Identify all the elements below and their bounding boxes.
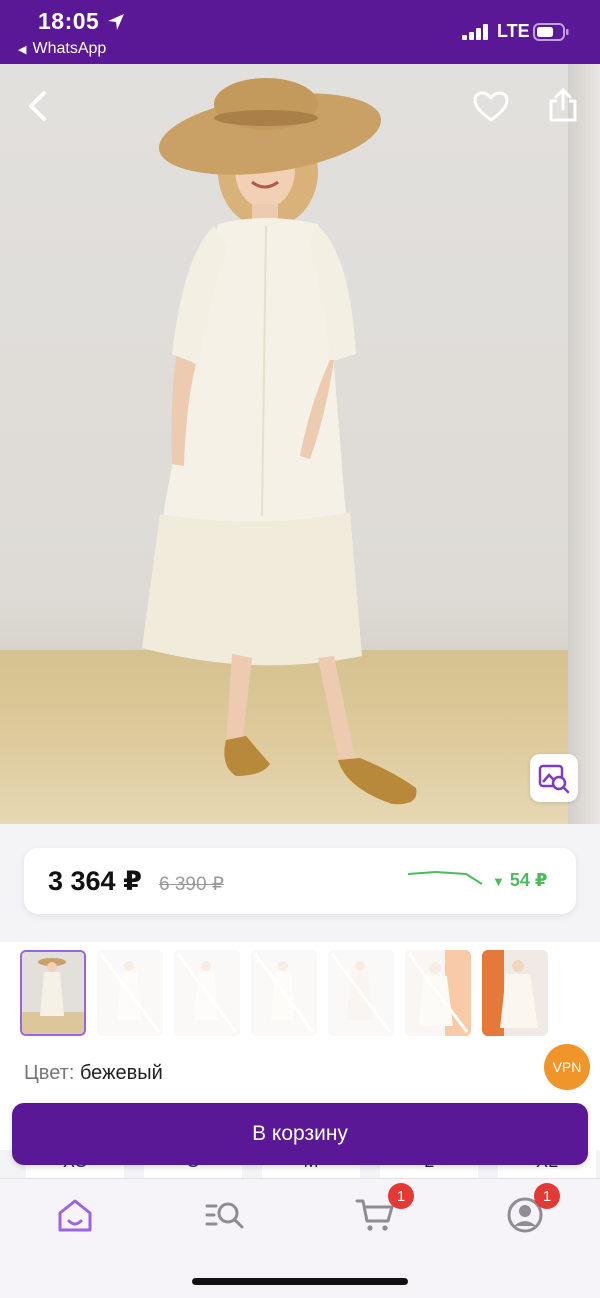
status-time: 18:05 bbox=[38, 8, 100, 34]
status-bar: 18:05 ◀ WhatsApp LTE bbox=[0, 0, 600, 64]
unavailable-overlay bbox=[97, 950, 163, 1036]
thumbnail-6[interactable] bbox=[405, 950, 471, 1036]
thumbnail-7[interactable] bbox=[482, 950, 548, 1036]
price-drop: ▼ 54 ₽ bbox=[492, 870, 547, 891]
signal-icon bbox=[462, 24, 488, 40]
vpn-badge[interactable]: VPN bbox=[544, 1044, 590, 1090]
color-label: Цвет: bbox=[24, 1062, 75, 1084]
thumbnail-2[interactable] bbox=[97, 950, 163, 1036]
thumbnail-image bbox=[22, 952, 84, 1034]
visual-search-button[interactable] bbox=[530, 754, 578, 802]
add-to-cart-button[interactable]: В корзину bbox=[12, 1103, 588, 1165]
product-page: 18:05 ◀ WhatsApp LTE 3 364 ₽ 6 390 ₽ ▼ 5… bbox=[0, 0, 600, 1298]
tab-home[interactable] bbox=[50, 1193, 100, 1237]
heart-icon bbox=[473, 91, 509, 122]
visual-search-icon bbox=[538, 764, 570, 794]
price-history-sparkline bbox=[407, 870, 483, 885]
price-drop-value: 54 ₽ bbox=[509, 870, 548, 890]
search-list-icon bbox=[205, 1202, 244, 1229]
favorite-button[interactable] bbox=[468, 84, 514, 130]
location-arrow-icon bbox=[108, 14, 124, 30]
unavailable-overlay bbox=[405, 950, 471, 1036]
battery-icon bbox=[533, 23, 569, 41]
thumbnail-1[interactable] bbox=[20, 950, 86, 1036]
share-button[interactable] bbox=[540, 82, 586, 128]
unavailable-overlay bbox=[174, 950, 240, 1036]
network-type: LTE bbox=[497, 21, 530, 41]
back-icon bbox=[29, 91, 46, 121]
home-icon bbox=[58, 1199, 92, 1232]
tab-catalog[interactable] bbox=[200, 1193, 250, 1237]
color-value: бежевый bbox=[79, 1062, 163, 1084]
home-indicator[interactable] bbox=[192, 1278, 408, 1285]
old-price: 6 390 ₽ bbox=[159, 874, 224, 895]
unavailable-overlay bbox=[328, 950, 394, 1036]
back-button[interactable] bbox=[16, 84, 60, 128]
color-thumbnails bbox=[0, 942, 600, 1050]
model-illustration bbox=[142, 78, 417, 805]
share-icon bbox=[549, 88, 577, 122]
unavailable-overlay bbox=[251, 950, 317, 1036]
cart-badge: 1 bbox=[388, 1183, 414, 1209]
current-price: 3 364 ₽ bbox=[48, 866, 142, 896]
thumbnail-5[interactable] bbox=[328, 950, 394, 1036]
back-to-app-link[interactable]: ◀ WhatsApp bbox=[18, 40, 106, 58]
price-card[interactable]: 3 364 ₽ 6 390 ₽ ▼ 54 ₽ bbox=[24, 848, 576, 914]
color-info: Цвет: бежевый bbox=[24, 1062, 163, 1085]
down-arrow-icon: ▼ bbox=[492, 874, 505, 889]
thumbnail-image bbox=[482, 950, 548, 1036]
product-photo[interactable] bbox=[0, 64, 600, 824]
profile-badge: 1 bbox=[534, 1183, 560, 1209]
thumbnail-3[interactable] bbox=[174, 950, 240, 1036]
back-app-label: WhatsApp bbox=[32, 40, 107, 57]
thumbnail-4[interactable] bbox=[251, 950, 317, 1036]
